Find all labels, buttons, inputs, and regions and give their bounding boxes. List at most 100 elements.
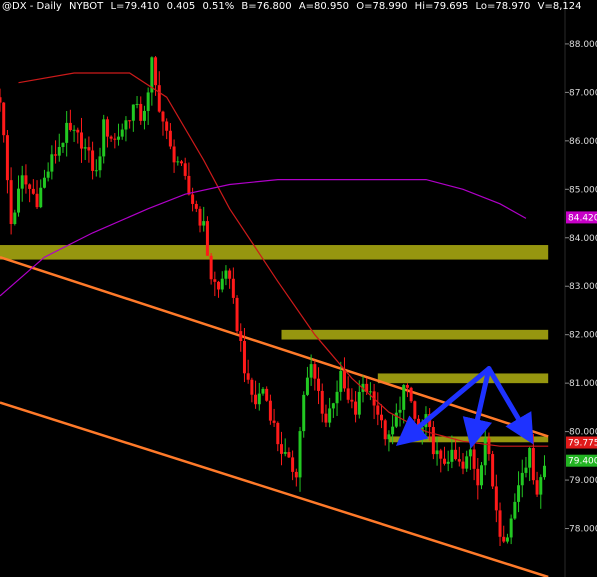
candle-body — [291, 457, 295, 472]
candle-body — [128, 120, 132, 122]
candle-body — [272, 420, 276, 423]
candle-body — [502, 536, 506, 542]
header-bid: B=76.800 — [241, 1, 291, 12]
candle-body — [413, 401, 417, 419]
candle-body — [102, 119, 106, 157]
y-tick-label: 84.000 — [569, 234, 597, 244]
candle-body — [35, 193, 39, 208]
candle-body — [524, 467, 528, 473]
candle-body — [109, 136, 113, 139]
candle-body — [454, 449, 458, 460]
candle-body — [28, 184, 32, 189]
candle-body — [265, 388, 269, 401]
zone — [388, 436, 549, 443]
candle-body — [183, 163, 187, 176]
candle-body — [31, 188, 35, 194]
candle-body — [79, 132, 83, 149]
candle-body — [324, 413, 328, 423]
candle-body — [483, 438, 487, 466]
y-tick-label: 86.000 — [569, 137, 597, 147]
candle-body — [154, 57, 158, 86]
candle-body — [509, 518, 513, 538]
candle-body — [135, 103, 139, 105]
header-exchange: NYBOT — [69, 1, 104, 12]
header-high: Hi=79.695 — [415, 1, 469, 12]
candle-body — [342, 370, 346, 389]
candle-body — [368, 391, 372, 393]
candle-body — [242, 341, 246, 374]
candle-body — [94, 170, 98, 172]
candle-body — [465, 456, 469, 469]
candle-body — [113, 138, 117, 140]
candle-body — [209, 255, 213, 280]
header-change-pct: 0.51% — [202, 1, 234, 12]
candle-body — [487, 438, 491, 455]
zone — [281, 329, 549, 340]
candle-body — [20, 175, 24, 189]
y-tick-label: 81.000 — [569, 379, 597, 389]
candle-body — [457, 459, 461, 462]
candle-body — [346, 388, 350, 400]
candle-body — [91, 150, 95, 171]
candle-body — [131, 104, 135, 121]
candle-body — [117, 136, 121, 140]
candle-body — [350, 399, 354, 402]
candle-body — [105, 119, 109, 137]
price-chart[interactable]: 78.000 79.000 80.000 81.000 82.000 83.000 84.0… — [0, 0, 597, 577]
candle-body — [228, 270, 232, 279]
y-tick-label: 80.000 — [569, 428, 597, 438]
candle-body — [98, 156, 102, 171]
y-tick-label: 78.000 — [569, 525, 597, 535]
candle-body — [298, 431, 302, 478]
candle-body — [476, 468, 480, 486]
candle-body — [313, 364, 317, 379]
candle-body — [87, 147, 91, 151]
candle-body — [461, 461, 465, 469]
candle-body — [65, 122, 69, 143]
candle-body — [317, 378, 321, 391]
candle-body — [513, 501, 517, 519]
candle-body — [161, 111, 165, 122]
candle-body — [239, 331, 243, 342]
candle-body — [283, 452, 287, 454]
candle-body — [517, 485, 521, 502]
candle-body — [72, 129, 76, 131]
candle-body — [287, 452, 291, 458]
candle-body — [520, 472, 524, 486]
candle-body — [139, 103, 143, 121]
candle-body — [172, 146, 176, 163]
y-tick-label: 88.000 — [569, 40, 597, 50]
chart-header: @DX - Daily NYBOT L=79.410 0.405 0.51% B… — [2, 1, 581, 12]
candle-body — [220, 278, 224, 290]
y-tick-label: 85.000 — [569, 185, 597, 195]
candle-body — [142, 110, 146, 121]
header-open: O=78.990 — [356, 1, 407, 12]
candle-body — [442, 458, 446, 464]
candle-body — [398, 409, 402, 413]
candle-body — [194, 203, 198, 209]
candle-body — [176, 161, 180, 163]
candle-body — [494, 486, 498, 511]
candle-body — [213, 279, 217, 282]
candle-body — [254, 394, 258, 405]
candle-body — [205, 221, 209, 256]
y-tick-label: 82.000 — [569, 331, 597, 341]
candle-body — [124, 120, 128, 130]
candle-body — [354, 401, 358, 415]
candle-body — [339, 370, 343, 392]
candle-body — [535, 480, 539, 495]
candle-body — [498, 510, 502, 537]
candle-body — [472, 449, 476, 469]
candle-body — [246, 373, 250, 380]
y-tick-label: 79.000 — [569, 476, 597, 486]
candle-body — [202, 221, 206, 226]
candle-body — [468, 449, 472, 457]
candle-body — [276, 422, 280, 445]
candle-body — [528, 448, 532, 468]
candle-body — [187, 175, 191, 195]
header-volume: V=8,124 — [538, 1, 582, 12]
candle-body — [405, 385, 409, 388]
candle-body — [320, 390, 324, 414]
candle-body — [13, 212, 17, 224]
candle-body — [61, 142, 65, 148]
